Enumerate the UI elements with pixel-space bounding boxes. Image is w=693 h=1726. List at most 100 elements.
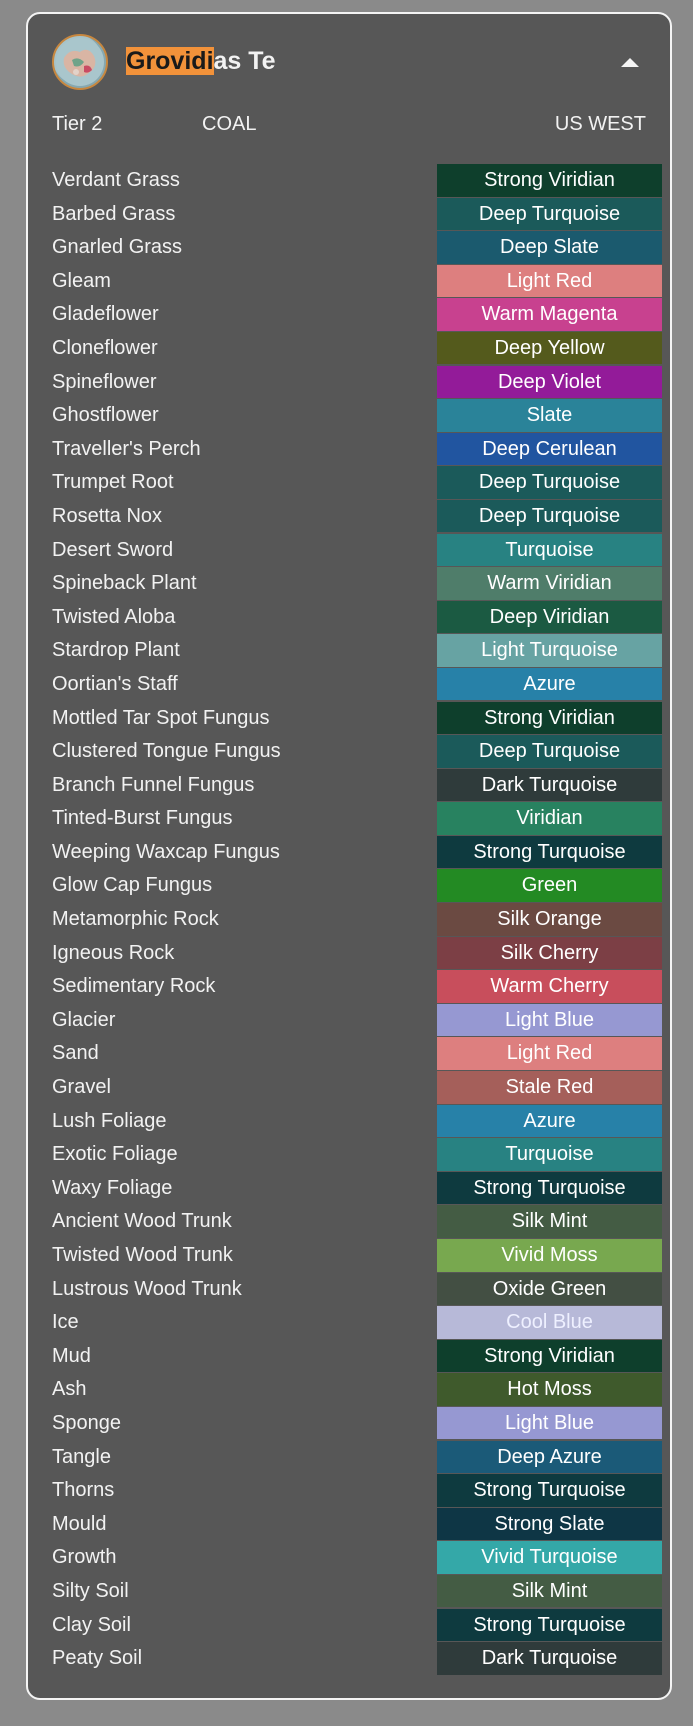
color-swatch[interactable]: Deep Turquoise xyxy=(437,466,662,499)
list-item: Gnarled Grass Deep Slate xyxy=(52,231,662,265)
color-swatch[interactable]: Strong Viridian xyxy=(437,164,662,197)
list-item: Desert Sword Turquoise xyxy=(52,533,662,568)
block-name: Gladeflower xyxy=(52,303,159,326)
color-swatch[interactable]: Silk Cherry xyxy=(437,936,662,970)
list-item: Stardrop Plant Light Turquoise xyxy=(52,634,662,668)
block-name: Spineflower xyxy=(52,370,157,393)
block-name: Branch Funnel Fungus xyxy=(52,773,255,796)
block-name: Clay Soil xyxy=(52,1613,131,1636)
collapse-button[interactable] xyxy=(616,48,644,76)
block-name: Trumpet Root xyxy=(52,471,174,494)
color-swatch[interactable]: Warm Cherry xyxy=(437,970,662,1003)
block-name: Mud xyxy=(52,1344,91,1367)
block-name: Tangle xyxy=(52,1445,111,1468)
color-swatch[interactable]: Strong Viridian xyxy=(437,701,662,734)
planet-title: Grovidias Te xyxy=(126,44,276,78)
title-rest: as Te xyxy=(213,47,276,75)
list-item: Sponge Light Blue xyxy=(52,1406,662,1441)
list-item: Waxy Foliage Strong Turquoise xyxy=(52,1171,662,1206)
color-swatch[interactable]: Green xyxy=(437,869,662,902)
color-swatch[interactable]: Stale Red xyxy=(437,1071,662,1104)
color-swatch[interactable]: Turquoise xyxy=(437,533,662,567)
color-swatch[interactable]: Turquoise xyxy=(437,1138,662,1171)
block-name: Ash xyxy=(52,1378,87,1401)
color-swatch[interactable]: Deep Turquoise xyxy=(437,499,662,533)
block-name: Gravel xyxy=(52,1076,111,1099)
color-swatch[interactable]: Vivid Turquoise xyxy=(437,1541,662,1574)
color-swatch[interactable]: Silk Orange xyxy=(437,903,662,936)
block-name: Glow Cap Fungus xyxy=(52,874,213,897)
block-name: Twisted Wood Trunk xyxy=(52,1244,233,1266)
block-name: Sponge xyxy=(52,1411,121,1434)
block-name: Gnarled Grass xyxy=(52,236,183,259)
list-item: Silty Soil Silk Mint xyxy=(52,1574,662,1609)
color-swatch[interactable]: Cool Blue xyxy=(437,1306,662,1339)
list-item: Exotic Foliage Turquoise xyxy=(52,1138,662,1172)
color-swatch[interactable]: Deep Violet xyxy=(437,365,662,399)
block-color-list: Verdant Grass Strong Viridian Barbed Grass… xyxy=(52,164,662,1676)
color-swatch[interactable]: Light Blue xyxy=(437,1003,662,1037)
list-item: Oortian's Staff Azure xyxy=(52,667,662,702)
color-swatch[interactable]: Viridian xyxy=(437,802,662,835)
color-swatch[interactable]: Strong Turquoise xyxy=(437,1171,662,1205)
block-name: Thorns xyxy=(52,1479,115,1502)
block-name: Desert Sword xyxy=(52,538,174,561)
color-swatch[interactable]: Deep Cerulean xyxy=(437,432,662,466)
block-name: Verdant Grass xyxy=(52,169,180,191)
color-swatch[interactable]: Deep Azure xyxy=(437,1440,662,1474)
list-item: Spineflower Deep Violet xyxy=(52,365,662,400)
color-swatch[interactable]: Vivid Moss xyxy=(437,1239,662,1272)
color-swatch[interactable]: Dark Turquoise xyxy=(437,768,662,802)
list-item: Ancient Wood Trunk Silk Mint xyxy=(52,1205,662,1239)
block-name: Sedimentary Rock xyxy=(52,975,216,998)
color-swatch[interactable]: Light Red xyxy=(437,264,662,298)
color-swatch[interactable]: Oxide Green xyxy=(437,1272,662,1306)
list-item: Gladeflower Warm Magenta xyxy=(52,298,662,332)
color-swatch[interactable]: Slate xyxy=(437,399,662,432)
list-item: Glacier Light Blue xyxy=(52,1003,662,1038)
list-item: Twisted Wood Trunk Vivid Moss xyxy=(52,1239,662,1273)
block-name: Spineback Plant xyxy=(52,572,197,595)
color-swatch[interactable]: Light Red xyxy=(437,1037,662,1070)
list-item: Tangle Deep Azure xyxy=(52,1440,662,1475)
color-swatch[interactable]: Warm Viridian xyxy=(437,567,662,600)
block-name: Sand xyxy=(52,1042,99,1065)
block-name: Tinted-Burst Fungus xyxy=(52,807,233,830)
block-name: Oortian's Staff xyxy=(52,672,178,695)
color-swatch[interactable]: Strong Turquoise xyxy=(437,835,662,869)
list-item: Metamorphic Rock Silk Orange xyxy=(52,903,662,937)
color-swatch[interactable]: Strong Turquoise xyxy=(437,1608,662,1642)
color-swatch[interactable]: Strong Slate xyxy=(437,1507,662,1541)
color-swatch[interactable]: Deep Slate xyxy=(437,231,662,264)
list-item: Sedimentary Rock Warm Cherry xyxy=(52,970,662,1004)
region-label: US WEST xyxy=(554,113,646,135)
block-name: Mottled Tar Spot Fungus xyxy=(52,706,270,729)
block-name: Twisted Aloba xyxy=(52,605,176,628)
list-item: Gravel Stale Red xyxy=(52,1071,662,1105)
color-swatch[interactable]: Silk Mint xyxy=(437,1205,662,1238)
block-name: Gleam xyxy=(52,269,111,292)
list-item: Gleam Light Red xyxy=(52,264,662,299)
planet-meta: Tier 2 COAL US WEST xyxy=(52,113,646,141)
color-swatch[interactable]: Deep Yellow xyxy=(437,331,662,365)
color-swatch[interactable]: Light Turquoise xyxy=(437,634,662,667)
color-swatch[interactable]: Warm Magenta xyxy=(437,298,662,331)
color-swatch[interactable]: Dark Turquoise xyxy=(437,1642,662,1675)
block-name: Traveller's Perch xyxy=(52,437,201,460)
color-swatch[interactable]: Hot Moss xyxy=(437,1373,662,1406)
block-name: Cloneflower xyxy=(52,336,158,359)
list-item: Mud Strong Viridian xyxy=(52,1339,662,1374)
block-name: Waxy Foliage xyxy=(52,1176,173,1199)
block-name: Igneous Rock xyxy=(52,941,175,964)
color-swatch[interactable]: Deep Turquoise xyxy=(437,735,662,768)
color-swatch[interactable]: Strong Viridian xyxy=(437,1339,662,1373)
color-swatch[interactable]: Silk Mint xyxy=(437,1574,662,1608)
list-item: Rosetta Nox Deep Turquoise xyxy=(52,499,662,534)
color-swatch[interactable]: Strong Turquoise xyxy=(437,1474,662,1507)
color-swatch[interactable]: Azure xyxy=(437,1104,662,1138)
color-swatch[interactable]: Azure xyxy=(437,667,662,701)
block-name: Peaty Soil xyxy=(52,1647,143,1670)
color-swatch[interactable]: Light Blue xyxy=(437,1406,662,1440)
color-swatch[interactable]: Deep Turquoise xyxy=(437,197,662,231)
color-swatch[interactable]: Deep Viridian xyxy=(437,600,662,634)
